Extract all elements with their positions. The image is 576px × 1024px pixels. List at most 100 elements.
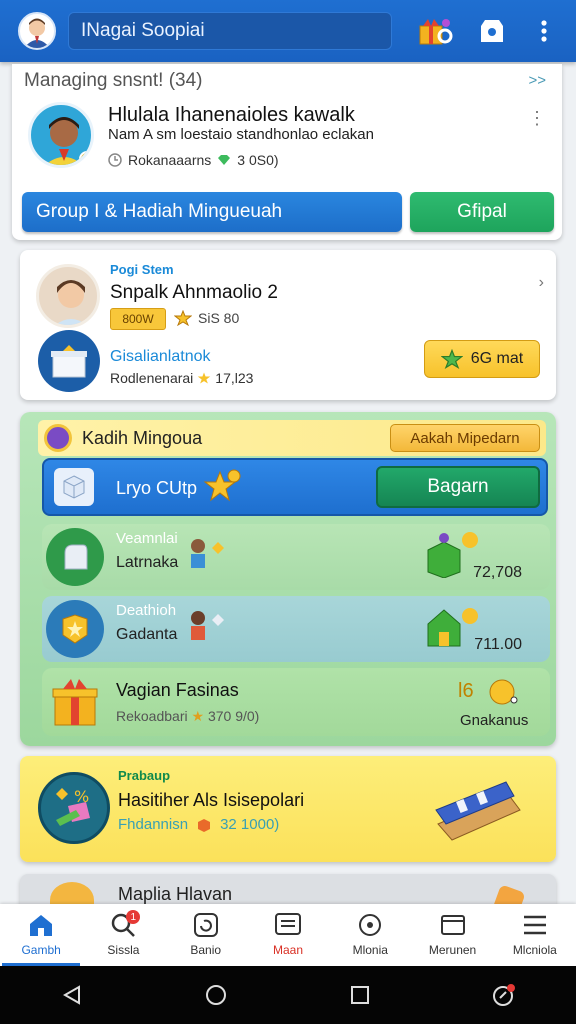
cup-label: Lryo CUtp: [116, 478, 198, 498]
partial-card-title: Maplia Hlavan: [118, 884, 233, 904]
tab-label: Merunen: [428, 943, 477, 957]
row-value: 711.00: [474, 636, 522, 653]
promo-card[interactable]: % Prabaup Hasitiher Als Isisepolari Fhda…: [20, 756, 556, 862]
row-subtitle: Latrnaka: [116, 554, 179, 571]
group-reward-button[interactable]: Group I & Hadiah Mingueuah: [22, 192, 402, 232]
player-label: Pogi Stem: [110, 262, 174, 277]
shield-icon: [46, 600, 104, 658]
coin-icon: [489, 679, 518, 705]
rewards-header: Kadih Mingoua Aakah Mipedarn: [38, 420, 546, 456]
row-title: Deathioh: [116, 602, 177, 619]
badge-icon: [44, 424, 72, 452]
home-nav-icon[interactable]: [196, 975, 236, 1015]
gift-meta-label: Rodlenenarai: [110, 370, 194, 386]
more-vert-icon[interactable]: [526, 13, 562, 49]
profile-avatar[interactable]: [18, 12, 56, 50]
character-icon: [191, 611, 224, 640]
promo-meta-label: Fhdannisn: [118, 816, 189, 833]
row-subtitle-value: 370 9/0): [207, 708, 260, 724]
tab-label: Banio: [190, 943, 222, 957]
weekly-rewards-panel: Kadih Mingoua Aakah Mipedarn Lryo CUtp B…: [20, 412, 556, 746]
character-icon: [191, 539, 224, 568]
gift-title: Gisalianlatnok: [110, 348, 211, 365]
player-card: Pogi Stem Snpalk Ahnmaolio 2 800W SiS 80…: [20, 250, 556, 400]
shop-icon[interactable]: [474, 13, 510, 49]
tab-label: Sissla: [107, 943, 140, 957]
coin-count: l6: [458, 680, 474, 702]
meta-value: 3 0S0): [237, 152, 279, 168]
tab-mlonia[interactable]: Mlonia: [329, 904, 411, 966]
star-icon: [203, 469, 241, 502]
top-app-bar: [0, 0, 576, 62]
star-icon: [174, 310, 192, 326]
level-badge: 800W: [110, 308, 166, 330]
reward-row[interactable]: Vagian Fasinas Rekoadbari ★ 370 9/0) l6 …: [42, 668, 550, 736]
gift-meta-value: 17,l23: [215, 370, 254, 386]
tab-banio[interactable]: Banio: [165, 904, 247, 966]
claim-label: 6G mat: [470, 350, 524, 367]
card-more-icon[interactable]: ⋮: [528, 108, 546, 129]
search-input[interactable]: [68, 12, 392, 50]
assistant-icon[interactable]: [484, 975, 524, 1015]
rewards-title: Kadih Mingoua: [82, 427, 203, 448]
row-value: 72,708: [473, 564, 522, 581]
rewards-header-button[interactable]: Aakah Mipedarn: [390, 424, 540, 452]
coin-label: Gnakanus: [460, 712, 529, 729]
group-title: Hlulala Ihanenaioles kawalk: [108, 104, 355, 126]
promo-icon: %: [38, 772, 110, 844]
back-icon[interactable]: [52, 975, 92, 1015]
promo-title: Hasitiher Als Isisepolari: [118, 790, 305, 810]
clock-icon: [108, 153, 122, 167]
cup-action-button[interactable]: Bagarn: [376, 466, 540, 508]
tab-label: Mlonia: [352, 943, 388, 957]
bottom-tab-bar: Gambh 1 Sissla Banio Maan Mlonia Merunen…: [0, 904, 576, 966]
tab-menu[interactable]: Mlcniola: [494, 904, 576, 966]
player-coins: SiS 80: [174, 310, 239, 326]
gem-icon: [218, 155, 231, 165]
menu-icon: [523, 915, 546, 935]
user-avatar[interactable]: [28, 102, 94, 168]
promo-meta: Fhdannisn 32 1000): [118, 816, 279, 833]
notification-badge: 1: [126, 910, 141, 924]
row-title: Veamnlai: [116, 530, 178, 547]
player-avatar[interactable]: [36, 264, 100, 328]
star-icon: [440, 349, 463, 369]
tab-label: Gambh: [21, 943, 61, 957]
house-icon: [427, 608, 478, 647]
meta-label: Rokanaaarns: [128, 152, 212, 168]
featured-group-card: Managing snsnt! (34) >> Hlulala Ihanenai…: [12, 64, 562, 240]
coins-value: SiS 80: [198, 310, 240, 326]
forward-icon[interactable]: >>: [528, 72, 546, 89]
claim-button[interactable]: 6G mat: [424, 340, 540, 378]
player-title: Snpalk Ahnmaolio 2: [110, 282, 278, 303]
gift-meta: Rodlenenarai 17,l23: [110, 370, 253, 386]
join-button[interactable]: Gfipal: [410, 192, 554, 232]
reward-row[interactable]: Deathioh Gadanta 711.00: [42, 596, 550, 662]
row-subtitle: Rekoadbari ★ 370 9/0): [116, 708, 260, 724]
tab-home[interactable]: Gambh: [0, 904, 82, 966]
promo-meta-value: 32 1000): [220, 816, 280, 833]
gift-icon[interactable]: [418, 13, 454, 49]
home-icon: [30, 915, 53, 936]
group-meta: Rokanaaarns 3 0S0): [108, 152, 279, 168]
folder-icon: [440, 915, 465, 935]
box-icon: [198, 818, 211, 832]
chat-icon: [274, 913, 301, 935]
refresh-icon: [193, 913, 218, 937]
cube-icon: [54, 468, 94, 506]
gift-icon: [46, 672, 104, 730]
cup-row: Lryo CUtp Bagarn: [42, 458, 548, 516]
tab-merunen[interactable]: Merunen: [411, 904, 493, 966]
reward-row[interactable]: Veamnlai Latrnaka 72,708: [42, 524, 550, 590]
row-title: Vagian Fasinas: [116, 680, 239, 700]
section-header: Managing snsnt! (34): [24, 70, 203, 91]
row-subtitle: Gadanta: [116, 626, 178, 643]
recents-icon[interactable]: [340, 975, 380, 1015]
row-subtitle-label: Rekoadbari: [116, 708, 188, 724]
chevron-right-icon[interactable]: ›: [539, 274, 544, 292]
tab-search[interactable]: 1 Sissla: [82, 904, 164, 966]
tab-maan[interactable]: Maan: [247, 904, 329, 966]
star-icon: [198, 372, 211, 384]
svg-text:%: %: [74, 787, 89, 806]
gift-box-icon: [38, 330, 100, 392]
